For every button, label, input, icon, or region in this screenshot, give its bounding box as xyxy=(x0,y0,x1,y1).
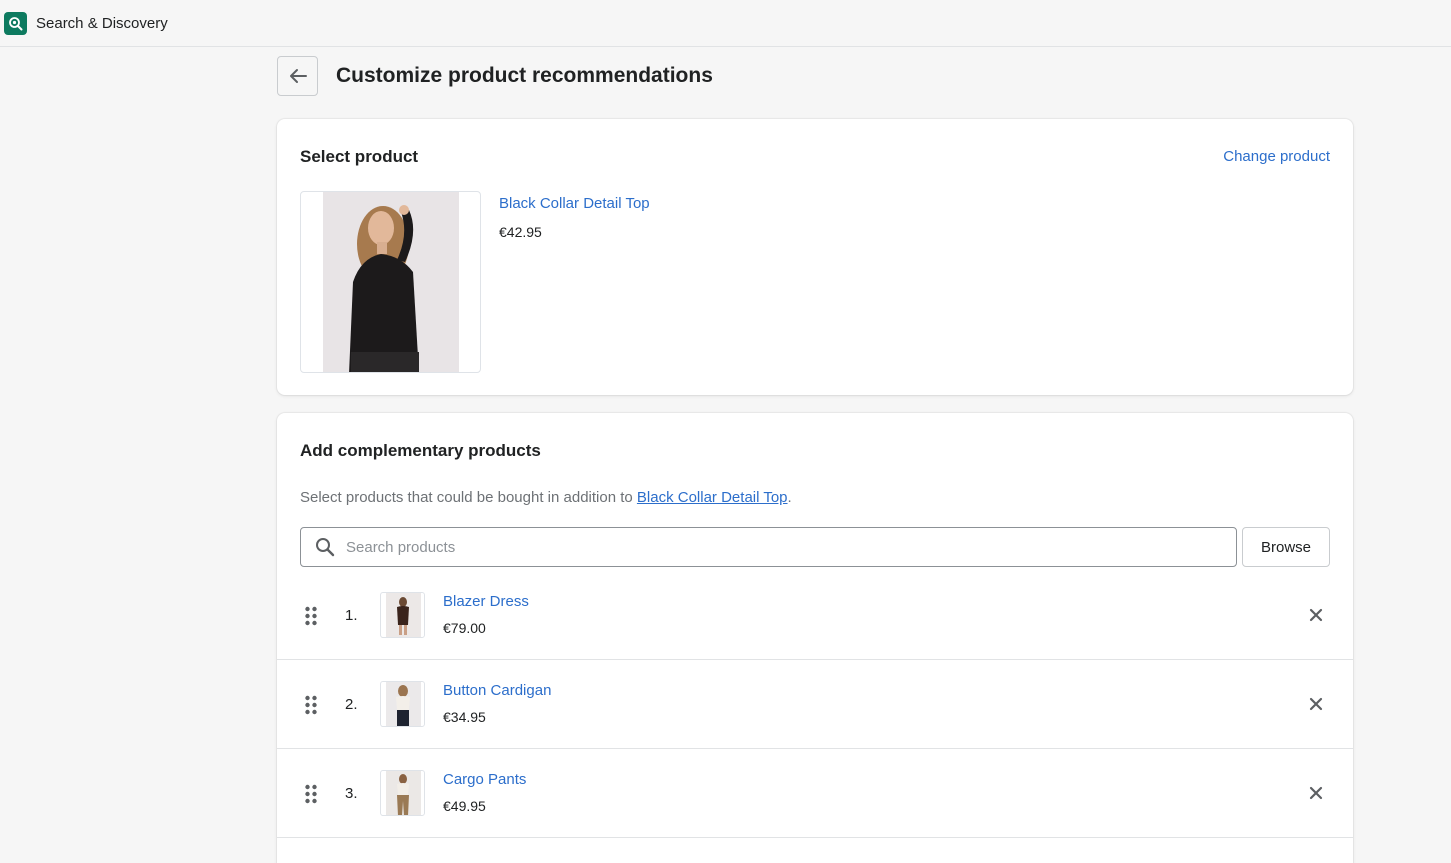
drag-handle-icon[interactable] xyxy=(304,784,318,809)
selected-product-image xyxy=(300,191,481,373)
item-price: €79.00 xyxy=(443,620,486,636)
remove-item-button[interactable] xyxy=(1306,605,1326,625)
close-icon xyxy=(1309,786,1323,800)
app-title: Search & Discovery xyxy=(36,14,168,32)
item-price: €34.95 xyxy=(443,709,486,725)
item-price: €49.95 xyxy=(443,798,486,814)
selected-product-price: €42.95 xyxy=(499,224,542,240)
page-title: Customize product recommendations xyxy=(336,64,713,87)
complementary-heading: Add complementary products xyxy=(300,441,541,460)
list-item: 2. Button Cardigan €34.95 xyxy=(277,660,1353,749)
item-index: 3. xyxy=(345,785,358,802)
close-icon xyxy=(1309,697,1323,711)
search-field[interactable] xyxy=(300,527,1237,567)
list-item: 1. Blazer Dress €79.00 xyxy=(277,571,1353,660)
select-product-heading: Select product xyxy=(300,147,419,166)
change-product-link[interactable]: Change product xyxy=(1223,148,1330,165)
drag-handle-icon[interactable] xyxy=(304,695,318,720)
item-index: 1. xyxy=(345,607,358,624)
item-info: Cargo Pants €49.95 xyxy=(443,771,526,814)
search-input[interactable] xyxy=(346,538,1206,556)
complementary-description: Select products that could be bought in … xyxy=(300,489,792,506)
item-info: Button Cardigan €34.95 xyxy=(443,682,551,725)
select-product-card: Select product Change product Black Coll… xyxy=(277,119,1353,395)
browse-button[interactable]: Browse xyxy=(1242,527,1330,567)
arrow-left-icon xyxy=(289,69,307,83)
item-name[interactable]: Cargo Pants xyxy=(443,771,526,788)
item-info: Blazer Dress €79.00 xyxy=(443,593,529,636)
back-button[interactable] xyxy=(277,56,318,96)
selected-product-name[interactable]: Black Collar Detail Top xyxy=(499,195,650,212)
description-prefix: Select products that could be bought in … xyxy=(300,489,637,506)
remove-item-button[interactable] xyxy=(1306,783,1326,803)
search-icon xyxy=(316,538,335,557)
product-thumbnail xyxy=(380,770,425,816)
complementary-products-card: Add complementary products Select produc… xyxy=(277,413,1353,863)
search-discovery-app-icon[interactable] xyxy=(4,11,27,35)
list-item: 3. Cargo Pants €49.95 xyxy=(277,749,1353,838)
product-thumbnail xyxy=(380,592,425,638)
close-icon xyxy=(1309,608,1323,622)
description-suffix: . xyxy=(787,489,792,506)
app-topbar: Search & Discovery xyxy=(0,0,1451,47)
item-name[interactable]: Button Cardigan xyxy=(443,682,551,699)
page-header: Customize product recommendations xyxy=(277,56,713,96)
description-product-link[interactable]: Black Collar Detail Top xyxy=(637,489,788,506)
product-thumbnail xyxy=(380,681,425,727)
item-index: 2. xyxy=(345,696,358,713)
remove-item-button[interactable] xyxy=(1306,694,1326,714)
drag-handle-icon[interactable] xyxy=(304,606,318,631)
selected-product-info: Black Collar Detail Top €42.95 xyxy=(499,195,650,240)
item-name[interactable]: Blazer Dress xyxy=(443,593,529,610)
complementary-list: 1. Blazer Dress €79.00 2. Button Cardiga… xyxy=(277,571,1353,838)
